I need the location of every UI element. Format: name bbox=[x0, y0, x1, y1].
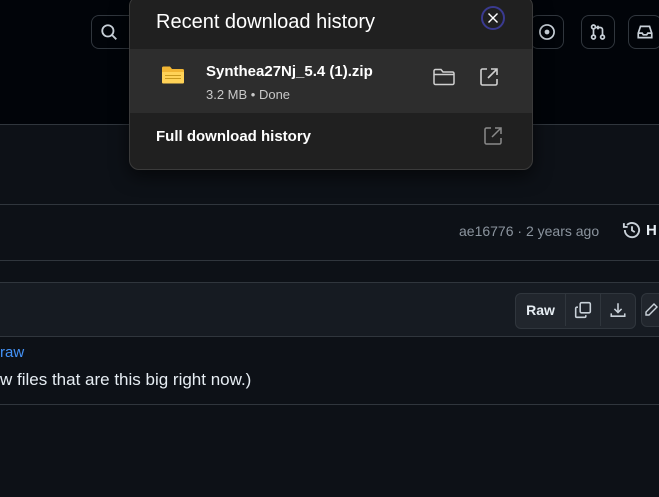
open-external-icon bbox=[480, 68, 498, 86]
download-meta: 3.2 MB • Done bbox=[206, 87, 291, 102]
full-download-history-link[interactable]: Full download history bbox=[156, 128, 311, 145]
download-icon bbox=[610, 303, 626, 317]
pencil-icon bbox=[645, 303, 658, 316]
history-label: H bbox=[646, 221, 657, 239]
search-icon bbox=[101, 24, 117, 40]
open-external-icon bbox=[484, 127, 502, 145]
pull-request-icon bbox=[590, 24, 606, 40]
popup-title: Recent download history bbox=[156, 11, 376, 33]
raw-link[interactable]: raw bbox=[0, 344, 24, 361]
close-button[interactable] bbox=[481, 6, 505, 30]
copy-button[interactable] bbox=[566, 294, 601, 326]
edit-button[interactable] bbox=[641, 293, 659, 327]
full-history-open-button[interactable] bbox=[482, 125, 504, 152]
divider bbox=[0, 204, 659, 205]
open-file-button[interactable] bbox=[478, 66, 500, 93]
copy-icon bbox=[574, 301, 592, 319]
close-icon bbox=[488, 13, 498, 23]
issues-button[interactable] bbox=[530, 15, 564, 49]
history-button[interactable]: H bbox=[622, 220, 657, 240]
divider bbox=[0, 260, 659, 261]
inbox-icon bbox=[637, 25, 653, 39]
commit-meta[interactable]: ae16776 · 2 years ago bbox=[459, 223, 599, 239]
history-icon bbox=[622, 222, 641, 239]
folder-icon bbox=[433, 68, 455, 86]
file-actions-group: Raw bbox=[515, 293, 636, 329]
file-content-text: w files that are this big right now.) bbox=[0, 370, 252, 389]
download-filename[interactable]: Synthea27Nj_5.4 (1).zip bbox=[206, 63, 373, 80]
pull-requests-button[interactable] bbox=[581, 15, 615, 49]
zip-folder-icon bbox=[161, 65, 185, 90]
file-header: Raw bbox=[0, 282, 659, 337]
raw-button[interactable]: Raw bbox=[516, 294, 566, 326]
issue-icon bbox=[539, 24, 555, 40]
show-in-folder-button[interactable] bbox=[432, 67, 456, 92]
divider bbox=[0, 404, 659, 405]
inbox-button[interactable] bbox=[628, 15, 659, 49]
download-history-popup: Recent download history Synthea27Nj_5.4 … bbox=[129, 0, 533, 170]
download-button[interactable] bbox=[601, 294, 635, 326]
download-item[interactable]: Synthea27Nj_5.4 (1).zip 3.2 MB • Done bbox=[130, 49, 532, 113]
